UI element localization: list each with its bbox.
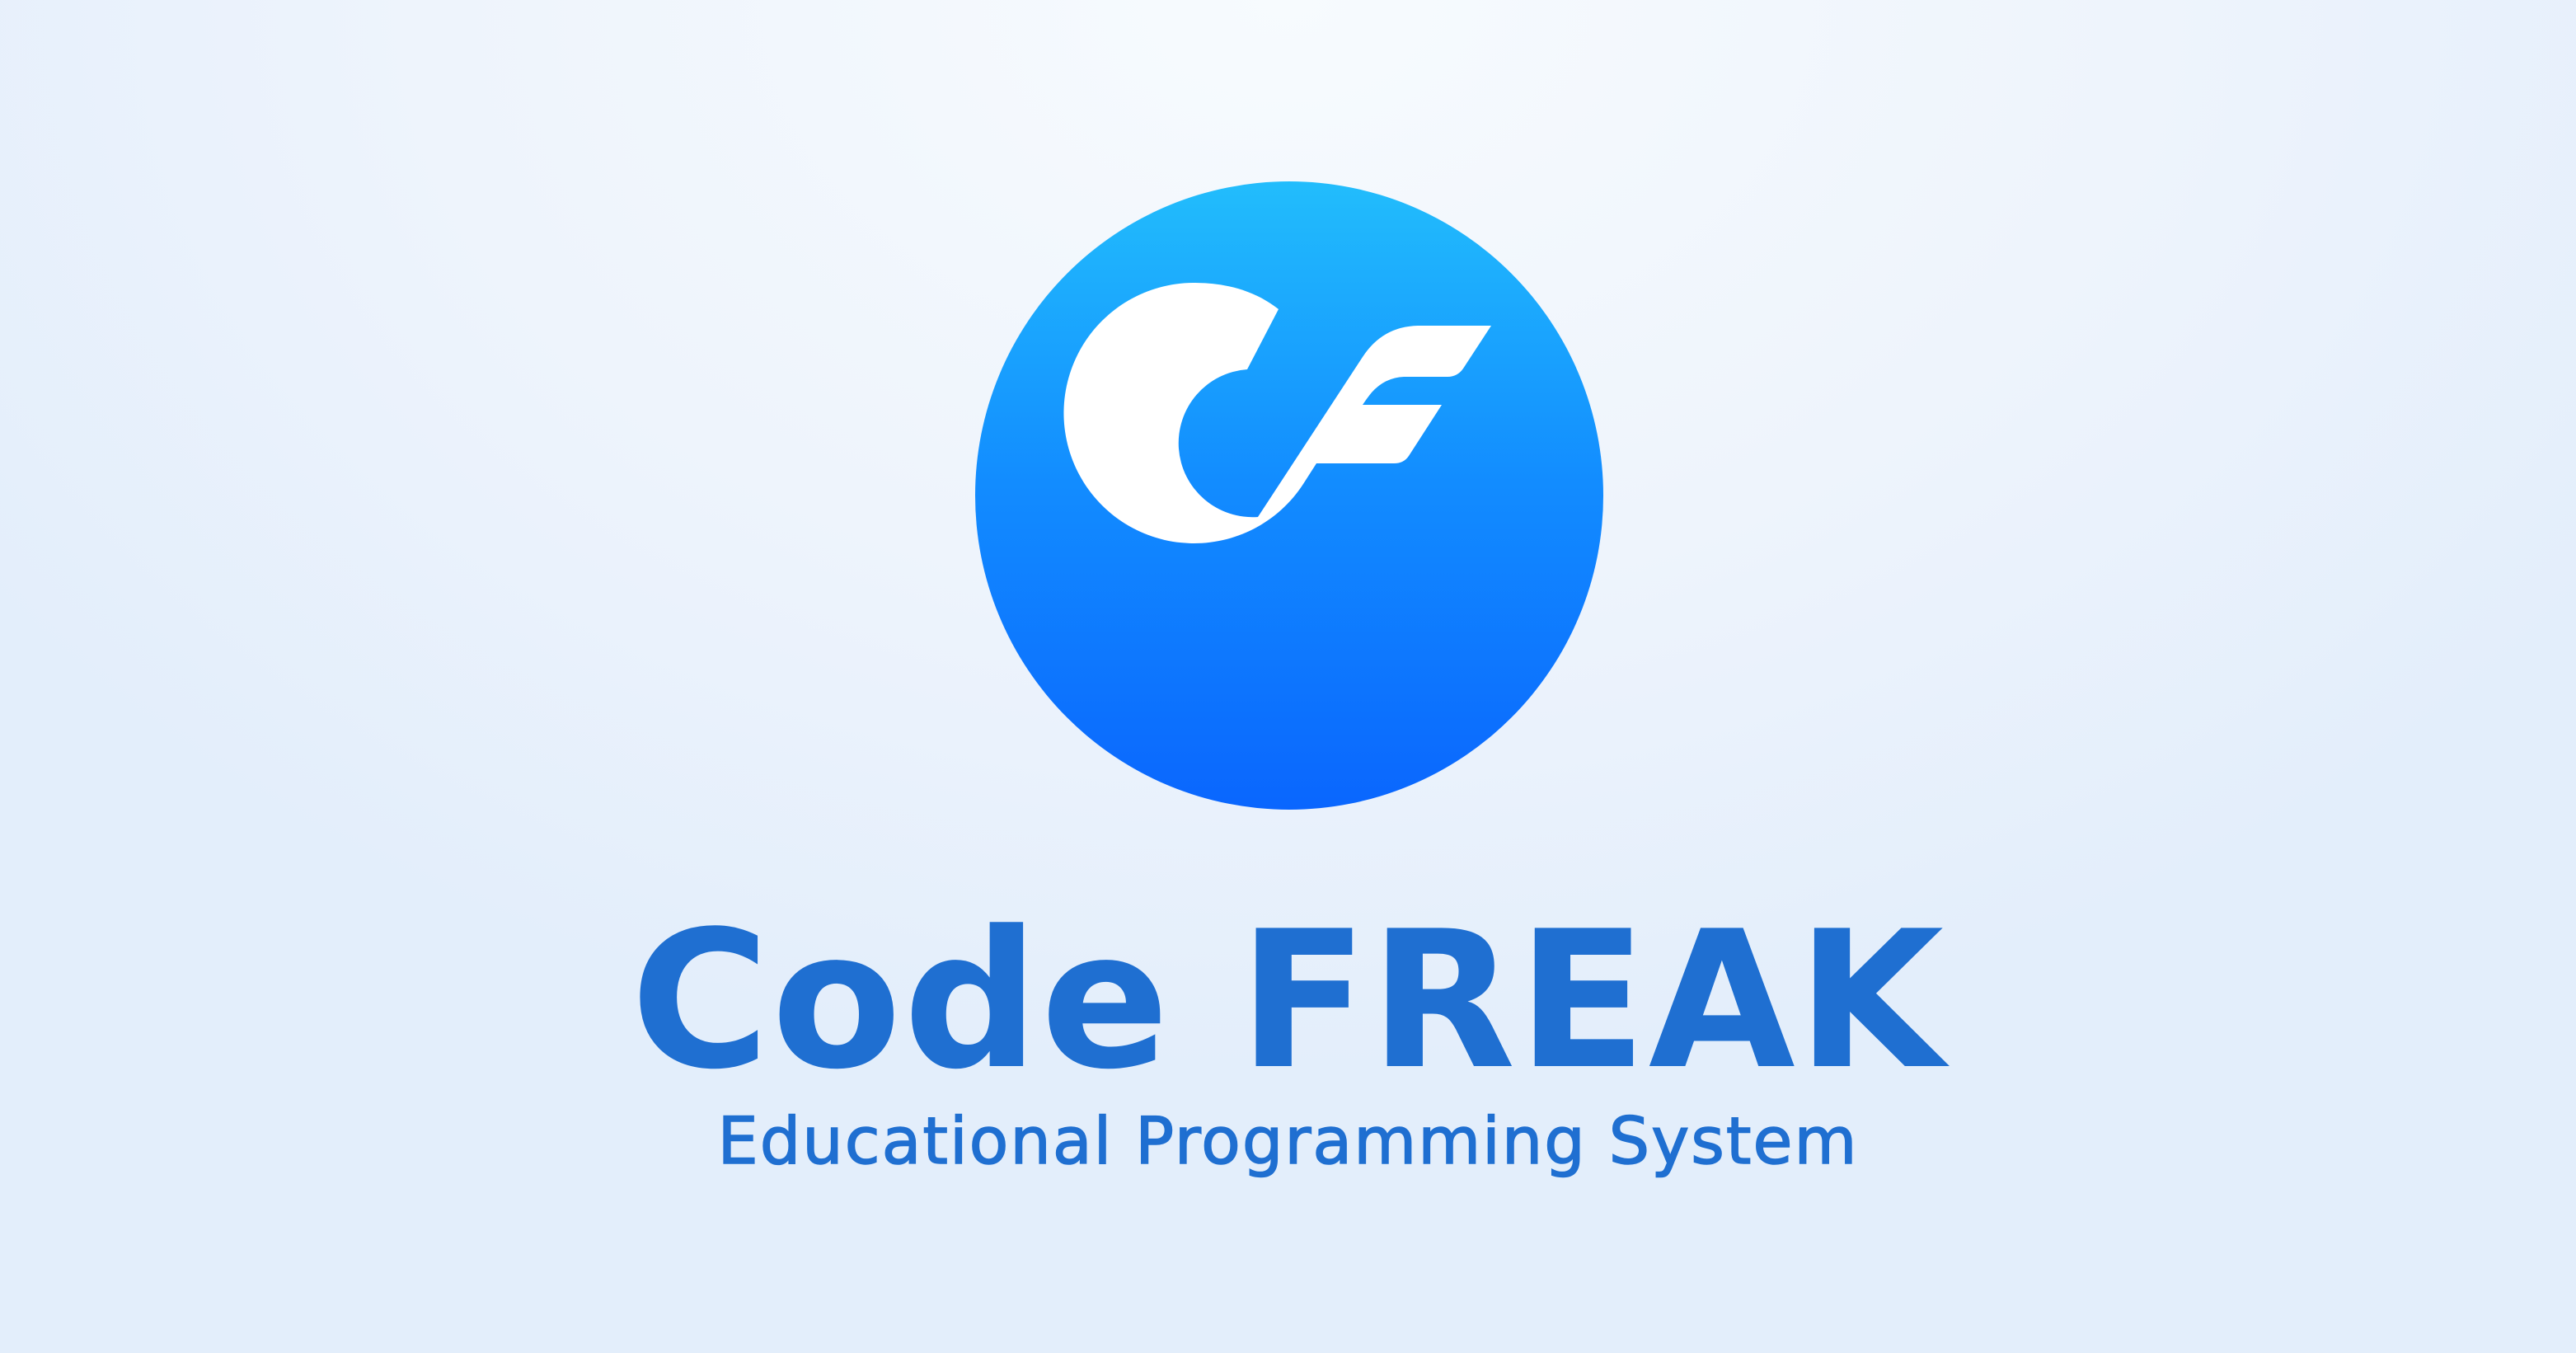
cf-logo-icon	[975, 181, 1603, 810]
brand-tagline: Educational Programming System	[717, 1104, 1859, 1180]
splash-canvas: Code FREAK Educational Programming Syste…	[0, 0, 2576, 1353]
logo-badge	[975, 181, 1603, 810]
brand-name: Code FREAK	[630, 891, 1946, 1111]
